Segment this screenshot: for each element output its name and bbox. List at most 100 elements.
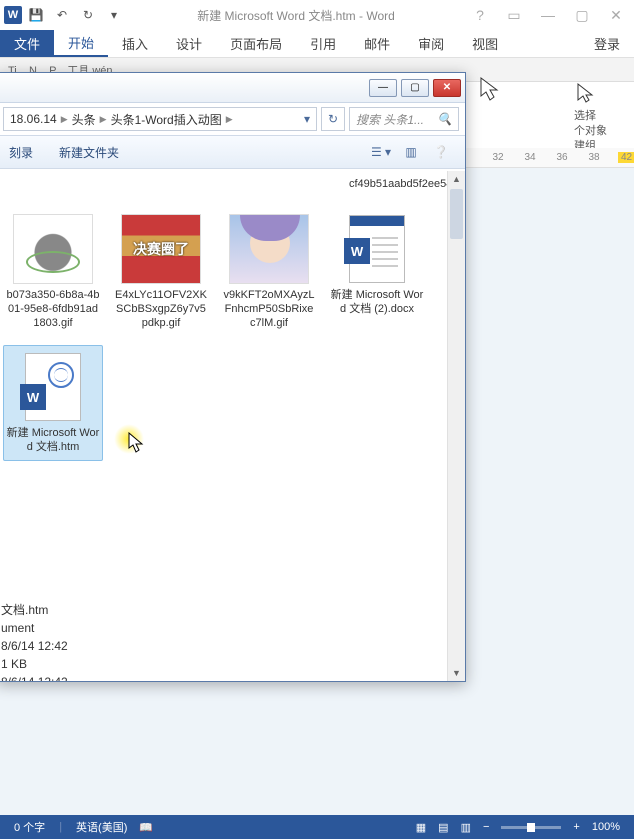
status-word-count[interactable]: 0 个字	[8, 815, 51, 839]
ribbon-selection-panel: 选择 个对象 建组	[574, 82, 628, 154]
scrollbar-thumb[interactable]	[450, 189, 463, 239]
explorer-minimize-icon[interactable]: —	[369, 79, 397, 97]
file-item-docx[interactable]: W 新建 Microsoft Word 文档 (2).docx	[327, 207, 427, 337]
undo-icon[interactable]: ↶	[50, 3, 74, 27]
search-input[interactable]: 搜索 头条1... 🔍	[349, 107, 459, 131]
status-sep: |	[59, 821, 62, 833]
qat-dropdown-icon[interactable]: ▾	[102, 3, 126, 27]
details-pane: 文档.htm ument 8/6/14 12:42 1 KB 8/6/14 12…	[1, 601, 68, 681]
file-item-gif[interactable]: 决赛圈了 E4xLYc11OFV2XKSCbBSxgpZ6y7v5pdkp.gi…	[111, 207, 211, 337]
toolbar-new-folder[interactable]: 新建文件夹	[59, 144, 119, 161]
view-web-icon[interactable]: ▥	[455, 815, 477, 839]
explorer-content[interactable]: cf49b51aabd5f2ee54a.gif b073a350-6b8a-4b…	[0, 171, 465, 681]
view-print-icon[interactable]: ▦	[410, 815, 432, 839]
search-icon[interactable]: 🔍	[437, 112, 452, 126]
file-item-htm-selected[interactable]: W 新建 Microsoft Word 文档.htm	[3, 345, 103, 461]
file-label-orphan[interactable]: cf49b51aabd5f2ee54a.gif	[349, 177, 449, 191]
tab-insert[interactable]: 插入	[108, 30, 162, 57]
chevron-right-icon[interactable]: ▶	[100, 114, 107, 125]
search-placeholder: 搜索 头条1...	[356, 111, 424, 128]
redo-icon[interactable]: ↻	[76, 3, 100, 27]
maximize-icon[interactable]: ▢	[568, 5, 596, 25]
explorer-toolbar: 刻录 新建文件夹 ☰ ▾ ▥ ❔	[0, 135, 465, 169]
ruler-tick: 38	[586, 152, 602, 163]
status-language[interactable]: 英语(美国)	[70, 815, 133, 839]
file-thumbnail: 决赛圈了	[121, 214, 201, 284]
thumb-text: 决赛圈了	[133, 239, 189, 259]
file-label: 新建 Microsoft Word 文档.htm	[6, 426, 100, 454]
tab-view[interactable]: 视图	[458, 30, 512, 57]
word-titlebar: W 💾 ↶ ↻ ▾ 新建 Microsoft Word 文档.htm - Wor…	[0, 0, 634, 30]
ruler-tick: 36	[554, 152, 570, 163]
ruler-tick: 32	[490, 152, 506, 163]
file-thumbnail	[229, 214, 309, 284]
tab-home[interactable]: 开始	[54, 30, 108, 57]
file-label: b073a350-6b8a-4b01-95e8-6fdb91ad1803.gif	[6, 288, 100, 330]
vertical-scrollbar[interactable]: ▲ ▼	[447, 171, 465, 681]
tab-layout[interactable]: 页面布局	[216, 30, 296, 57]
refresh-button[interactable]: ↻	[321, 107, 345, 131]
close-icon[interactable]: ✕	[602, 5, 630, 25]
explorer-titlebar[interactable]: — ▢ ✕	[0, 73, 465, 103]
zoom-in-button[interactable]: +	[567, 815, 585, 839]
details-date2: 8/6/14 12:42	[1, 673, 68, 681]
status-bar: 0 个字 | 英语(美国) 📖 ▦ ▤ ▥ − + 100%	[0, 815, 634, 839]
view-read-icon[interactable]: ▤	[432, 815, 454, 839]
help-icon[interactable]: ?	[466, 5, 494, 25]
file-explorer-dialog: — ▢ ✕ 18.06.14 ▶ 头条 ▶ 头条1-Word插入动图 ▶ ▾ ↻…	[0, 72, 466, 682]
window-title: 新建 Microsoft Word 文档.htm - Word	[126, 7, 466, 24]
file-item-gif[interactable]: v9kKFT2oMXAyzLFnhcmP50SbRixec7lM.gif	[219, 207, 319, 337]
login-link[interactable]: 登录	[580, 30, 634, 57]
tab-design[interactable]: 设计	[162, 30, 216, 57]
zoom-level[interactable]: 100%	[586, 815, 626, 839]
minimize-icon[interactable]: —	[534, 5, 562, 25]
zoom-out-button[interactable]: −	[477, 815, 495, 839]
preview-pane-icon[interactable]: ▥	[399, 142, 423, 162]
breadcrumb-part[interactable]: 18.06.14	[10, 112, 57, 126]
tab-file[interactable]: 文件	[0, 30, 54, 57]
zoom-thumb[interactable]	[527, 823, 535, 832]
file-label: 新建 Microsoft Word 文档 (2).docx	[330, 288, 424, 316]
scroll-up-icon[interactable]: ▲	[448, 171, 465, 187]
details-name: 文档.htm	[1, 601, 68, 619]
ribbon-tabs: 文件 开始 插入 设计 页面布局 引用 邮件 审阅 视图 登录	[0, 30, 634, 58]
zoom-slider[interactable]	[501, 826, 561, 829]
breadcrumb-part[interactable]: 头条	[72, 111, 96, 128]
details-size: 1 KB	[1, 655, 68, 673]
selection-cursor-icon	[574, 82, 604, 104]
quick-access-toolbar: W 💾 ↶ ↻ ▾	[4, 3, 126, 27]
chevron-right-icon[interactable]: ▶	[226, 114, 233, 125]
ruler-tick: 34	[522, 152, 538, 163]
sel-line1[interactable]: 选择	[574, 109, 628, 124]
breadcrumb-part[interactable]: 头条1-Word插入动图	[111, 111, 222, 128]
explorer-nav: 18.06.14 ▶ 头条 ▶ 头条1-Word插入动图 ▶ ▾ ↻ 搜索 头条…	[0, 103, 465, 135]
ribbon-toggle-icon[interactable]: ▭	[500, 5, 528, 25]
tab-mailings[interactable]: 邮件	[350, 30, 404, 57]
breadcrumb-dropdown-icon[interactable]: ▾	[304, 112, 310, 126]
tab-references[interactable]: 引用	[296, 30, 350, 57]
sel-line2: 个对象	[574, 124, 628, 139]
chevron-right-icon[interactable]: ▶	[61, 114, 68, 125]
tab-review[interactable]: 审阅	[404, 30, 458, 57]
save-icon[interactable]: 💾	[24, 3, 48, 27]
file-label: v9kKFT2oMXAyzLFnhcmP50SbRixec7lM.gif	[222, 288, 316, 330]
file-label: E4xLYc11OFV2XKSCbBSxgpZ6y7v5pdkp.gif	[114, 288, 208, 330]
details-date: 8/6/14 12:42	[1, 637, 68, 655]
file-grid: cf49b51aabd5f2ee54a.gif b073a350-6b8a-4b…	[0, 171, 465, 467]
scroll-down-icon[interactable]: ▼	[448, 665, 465, 681]
file-item-gif[interactable]: b073a350-6b8a-4b01-95e8-6fdb91ad1803.gif	[3, 207, 103, 337]
window-controls: ? ▭ — ▢ ✕	[466, 5, 630, 25]
file-thumbnail	[13, 214, 93, 284]
details-type: ument	[1, 619, 68, 637]
toolbar-burn[interactable]: 刻录	[9, 144, 33, 161]
breadcrumb[interactable]: 18.06.14 ▶ 头条 ▶ 头条1-Word插入动图 ▶ ▾	[3, 107, 317, 131]
help-icon[interactable]: ❔	[429, 142, 453, 162]
file-thumbnail: W	[13, 352, 93, 422]
explorer-close-icon[interactable]: ✕	[433, 79, 461, 97]
view-mode-icon[interactable]: ☰ ▾	[369, 142, 393, 162]
ruler-tick: 42	[618, 152, 634, 163]
file-thumbnail: W	[337, 214, 417, 284]
word-app-icon[interactable]: W	[4, 6, 22, 24]
status-proofing-icon[interactable]: 📖	[133, 815, 159, 839]
explorer-maximize-icon[interactable]: ▢	[401, 79, 429, 97]
